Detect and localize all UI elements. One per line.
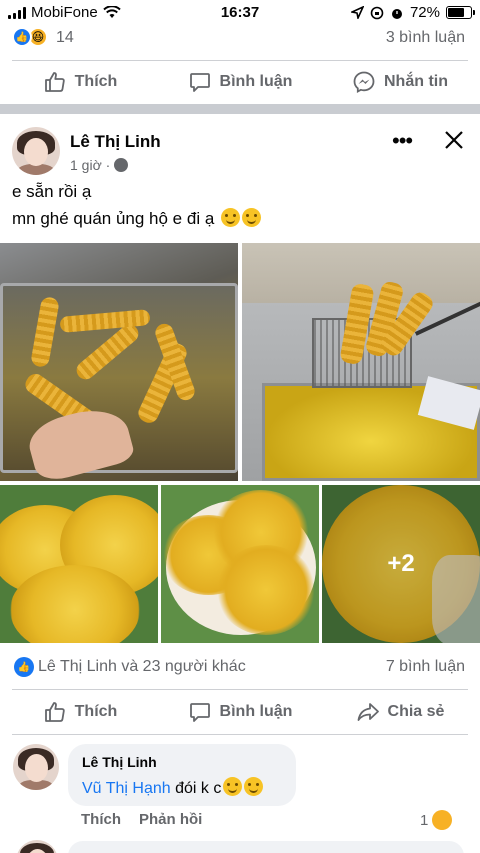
post-text-line-2-content: mn ghé quán ủng hộ e đi ạ [12, 209, 215, 228]
rotation-lock-icon [370, 6, 384, 19]
status-bar: MobiFone 16:37 72% [0, 0, 480, 24]
post-photo-1[interactable] [0, 243, 238, 481]
comment-reactions[interactable]: 1 [420, 810, 453, 830]
share-icon [357, 703, 379, 721]
commenter-avatar[interactable] [13, 744, 59, 790]
post-actions: Thích Bình luận Chia sẻ [0, 690, 480, 734]
status-right: 72% [350, 4, 475, 21]
post-author-name[interactable]: Lê Thị Linh [70, 132, 161, 152]
post-like-label: Thích [74, 703, 118, 720]
post-photo-3[interactable] [0, 485, 158, 643]
close-icon[interactable] [440, 126, 468, 154]
battery-icon [446, 6, 475, 19]
post-timestamp[interactable]: 1 giờ · [70, 157, 129, 173]
like-reaction-icon: 👍 [12, 27, 32, 47]
post-time-text: 1 giờ · [70, 157, 111, 173]
globe-icon [114, 158, 129, 172]
comment-bubble[interactable]: Lê Thị Linh Vũ Thị Hạnh đói k c [68, 744, 296, 806]
like-button[interactable]: Thích [0, 60, 160, 104]
post-photo-2[interactable] [242, 243, 480, 481]
alarm-icon [391, 8, 402, 19]
comment-reaction-count: 1 [420, 811, 429, 829]
prev-post-actions: Thích Bình luận Nhắn tin [0, 60, 480, 104]
battery-percent: 72% [409, 4, 440, 21]
post-comment-count[interactable]: 7 bình luận [386, 658, 465, 676]
comment-mention[interactable]: Vũ Thị Hạnh [82, 780, 171, 797]
grin-emoji-icon [244, 777, 264, 796]
message-button[interactable]: Nhắn tin [320, 60, 480, 104]
more-photos-overlay[interactable]: +2 [322, 485, 480, 643]
comment-count[interactable]: 3 bình luận [386, 29, 465, 47]
comment-label: Bình luận [219, 73, 293, 90]
post-like-button[interactable]: Thích [0, 690, 160, 734]
feed-separator [0, 104, 480, 114]
post-comment-button[interactable]: Bình luận [160, 690, 320, 734]
post-text-line-1: e sẵn rồi ạ [12, 182, 92, 201]
comment-icon [189, 73, 210, 92]
reaction-count[interactable]: 14 [56, 29, 74, 47]
next-comment-peek [0, 838, 480, 853]
share-label: Chia sẻ [387, 703, 445, 720]
post-reactions-summary[interactable]: 👍 Lê Thị Linh và 23 người khác 7 bình lu… [0, 655, 480, 679]
comment-body: đói k c [170, 780, 222, 797]
divider [12, 734, 468, 735]
grin-emoji-icon [223, 777, 243, 796]
comment-button[interactable]: Bình luận [160, 60, 320, 104]
more-icon[interactable]: ••• [392, 128, 413, 154]
location-icon [350, 6, 364, 19]
like-label: Thích [74, 73, 118, 90]
comment-reply-button[interactable]: Phản hồi [139, 811, 202, 828]
post-photo-4[interactable] [161, 485, 319, 643]
like-icon [44, 72, 65, 92]
smile-emoji-icon [221, 208, 241, 227]
post-comment-label: Bình luận [219, 703, 293, 720]
likers-text[interactable]: Lê Thị Linh và 23 người khác [38, 658, 246, 676]
comment-text: Vũ Thị Hạnh đói k c [82, 777, 264, 798]
next-comment-bubble[interactable] [68, 841, 464, 853]
messenger-icon [353, 71, 375, 94]
comment-icon [189, 703, 210, 722]
author-avatar[interactable] [12, 127, 60, 175]
commenter-name[interactable]: Lê Thị Linh [82, 754, 157, 770]
more-photos-count: +2 [387, 550, 415, 577]
message-label: Nhắn tin [384, 73, 448, 90]
comment-like-button[interactable]: Thích [81, 811, 121, 828]
comment-actions: Thích Phản hồi [81, 811, 202, 828]
reaction-icons: 👍 😆 [12, 27, 48, 47]
prev-post-reactions[interactable]: 👍 😆 14 3 bình luận [0, 24, 480, 54]
post-photo-5[interactable]: +2 [322, 485, 480, 643]
like-reaction-icon: 👍 [14, 657, 34, 677]
share-button[interactable]: Chia sẻ [320, 690, 480, 734]
smile-emoji-icon [242, 208, 262, 227]
post-text-line-2: mn ghé quán ủng hộ e đi ạ [12, 208, 262, 229]
like-icon [44, 702, 65, 722]
battery-fill [448, 8, 464, 17]
next-commenter-avatar[interactable] [16, 840, 58, 853]
haha-reaction-icon [432, 810, 453, 830]
